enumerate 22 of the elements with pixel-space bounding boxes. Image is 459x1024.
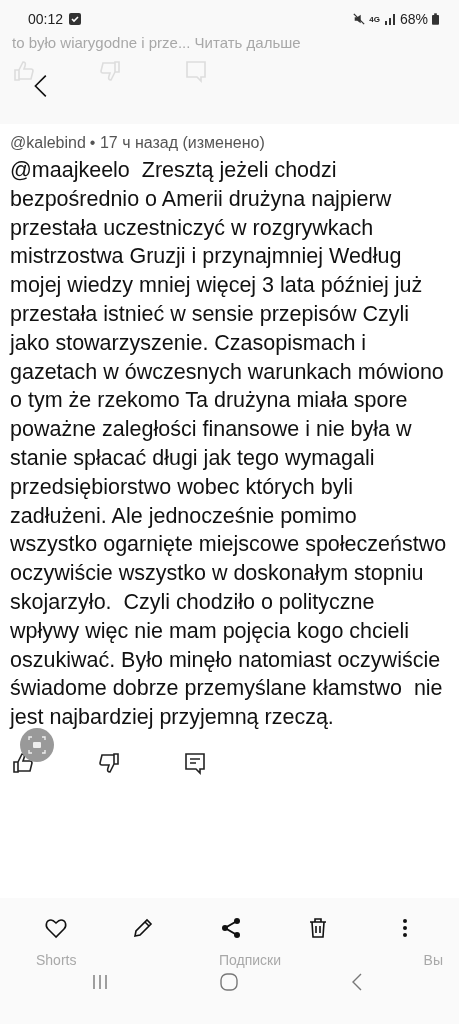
- mute-icon: [353, 13, 366, 25]
- comment-author[interactable]: @kalebind: [10, 134, 86, 152]
- comment-meta: • 17 ч назад (изменено): [89, 134, 265, 152]
- nav-label: Shorts: [36, 952, 77, 968]
- status-time: 00:12: [28, 11, 64, 27]
- nav-label: Вы: [423, 952, 443, 968]
- favorite-icon[interactable]: [44, 916, 68, 940]
- screenshot-capture-icon[interactable]: [20, 727, 54, 762]
- chevron-left-icon: [33, 73, 49, 99]
- comment-icon: [184, 59, 208, 83]
- home-icon[interactable]: [218, 972, 239, 992]
- comment-text: @maajkeelo Zresztą jeżeli chodzi bezpośrednio o Amerii drużyna najpierw przestała uczestniczyć w rozgrywkach mistrzostwa Gruzji i przynajmniej Według mojej wiedzy mniej więcej 3 lata później już przestała istnieć w sensie przepisów Czyli jako stowarzyszenie. Czasopismach i gazetach w ówczesnych warunkach mówiono o tym że rzekomo Ta drużyna miała spore poważne zaległości finansowe i nie była w stanie spłacać długi jak tego wymagali przedsiębiorstwo wobec których byli zadłużeni. Ale jednocześnie pomimo wszystko ogarnięte miejscowe społeczeństwo oczywiście wszystko w doskonałym stopniu skojarzyło. Czyli chodziło o polityczne wpływy więc nie mam pojęcia kogo chcieli oszukiwać. Było minęło natomiast oczywiście świadome dobrze przemyślane kłamstwo nie jest najbardziej przyjemną rzeczą.: [10, 157, 447, 732]
- notification-icon: [69, 13, 82, 25]
- nav-label: Подписки: [219, 952, 282, 968]
- thumbs-up-icon: [12, 59, 36, 83]
- battery-percent: 68%: [399, 11, 428, 27]
- recent-apps-icon[interactable]: [90, 972, 110, 992]
- preview-text: to było wiarygodne i prze... Читать дальше: [11, 33, 302, 51]
- network-label: 4G: [369, 14, 380, 24]
- battery-icon: [432, 13, 439, 25]
- thumbs-down-icon: [98, 59, 122, 83]
- signal-icon: [383, 13, 396, 25]
